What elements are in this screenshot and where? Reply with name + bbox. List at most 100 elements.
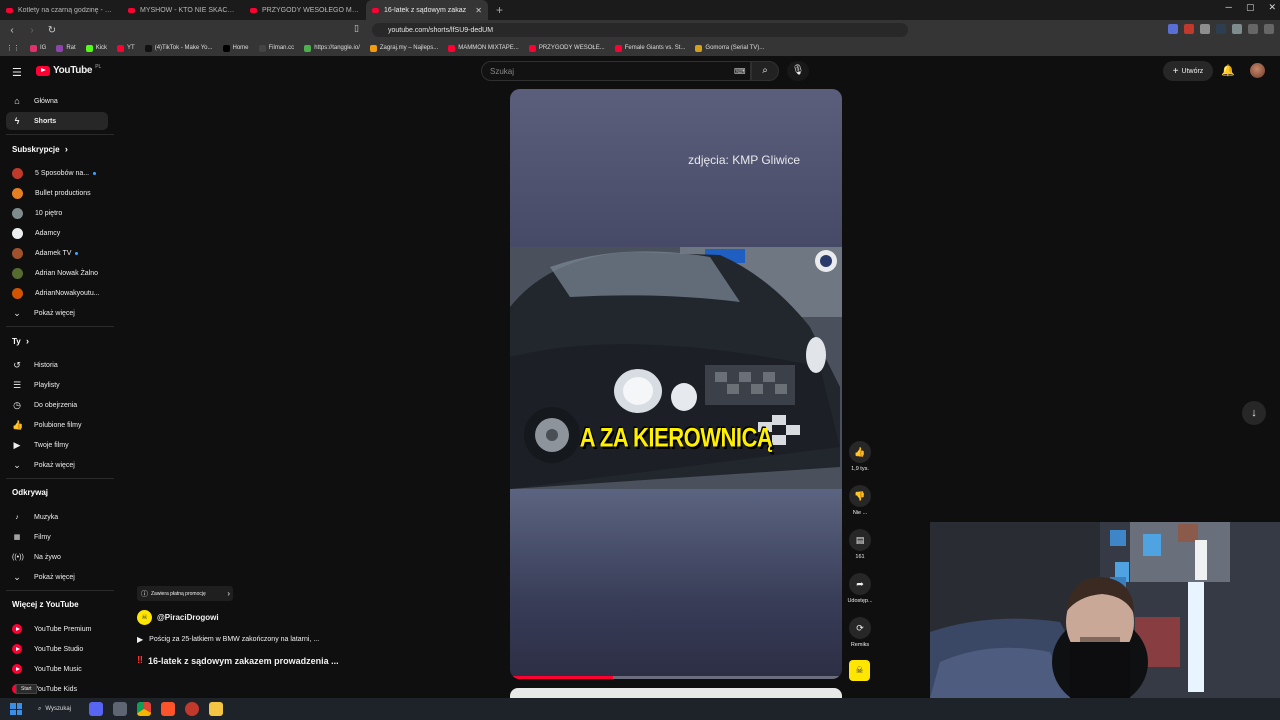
like-icon[interactable]: 👍 xyxy=(849,441,871,463)
share-action[interactable]: ➦ Udostęp... xyxy=(846,573,874,604)
url-field[interactable]: youtube.com/shorts/lfSU9-dedUM xyxy=(372,23,908,37)
search-button[interactable]: ⌕ xyxy=(751,61,779,81)
extension-icon[interactable] xyxy=(1216,24,1226,34)
back-icon[interactable]: ‹ xyxy=(4,25,20,36)
forward-icon[interactable]: › xyxy=(24,25,40,36)
menu-icon[interactable]: ☰ xyxy=(12,66,22,79)
browser-icon[interactable] xyxy=(185,702,199,716)
sidebar-heading-more[interactable]: Więcej z YouTube xyxy=(12,600,79,609)
app-icon[interactable] xyxy=(113,702,127,716)
chrome-icon[interactable] xyxy=(137,702,151,716)
extension-icon[interactable] xyxy=(1232,24,1242,34)
sidebar-item-liked[interactable]: 👍 Polubione filmy xyxy=(6,416,108,434)
show-more-explore[interactable]: ⌄ Pokaż więcej xyxy=(6,568,108,586)
remix-icon[interactable]: ⟳ xyxy=(849,617,871,639)
sidebar-item-watch-later[interactable]: ◷ Do obejrzenia xyxy=(6,396,108,414)
sidebar-item-subscription[interactable]: 5 Sposobów na... xyxy=(6,164,108,182)
browser-tab[interactable]: 16-latek z sądowym zakaz ✕ xyxy=(366,0,488,20)
sidebar-item-youtube-app[interactable]: YouTube Music xyxy=(6,660,108,678)
channel-avatar[interactable]: ☠ xyxy=(137,610,152,625)
sound-thumbnail[interactable]: ☠ xyxy=(849,660,870,681)
show-more-subscriptions[interactable]: ⌄ Pokaż więcej xyxy=(6,304,108,322)
reload-icon[interactable]: ↻ xyxy=(44,25,60,36)
comments-icon[interactable]: ▤ xyxy=(849,529,871,551)
voice-search-button[interactable]: 🎙 xyxy=(787,61,809,81)
create-button[interactable]: + Utwórz xyxy=(1163,61,1213,81)
sidebar-item-youtube-app[interactable]: YouTube Studio xyxy=(6,640,108,658)
sidebar-item-music[interactable]: ♪ Muzyka xyxy=(6,508,108,526)
bookmark-page-icon[interactable]: ▯ xyxy=(354,23,359,34)
extension-icon[interactable] xyxy=(1184,24,1194,34)
bookmark-item[interactable]: https://tanggle.io/ xyxy=(304,44,360,52)
sidebar-item-playlists[interactable]: ☰ Playlisty xyxy=(6,376,108,394)
dislike-action[interactable]: 👎 Nie ... xyxy=(846,485,874,516)
sidebar-item-subscription[interactable]: Adamcy xyxy=(6,224,108,242)
bookmark-item[interactable]: Zagraj.my – Najleps... xyxy=(369,44,438,52)
close-window-icon[interactable]: ✕ xyxy=(1268,2,1276,13)
shorts-video-player[interactable]: zdjęcia: KMP Gliwice A ZA KIEROWNICĄ xyxy=(510,89,842,679)
bookmark-item[interactable]: Rat xyxy=(56,44,76,52)
browser-tab[interactable]: Kotlety na czarną godzinę - mogą st xyxy=(0,0,122,20)
discord-icon[interactable] xyxy=(89,702,103,716)
taskbar-search[interactable]: ⌕ Wyszukaj xyxy=(38,706,71,713)
channel-name[interactable]: @PiraciDrogowi xyxy=(157,613,219,622)
sidebar-item-youtube-app[interactable]: YouTube Premium xyxy=(6,620,108,638)
bookmark-item[interactable]: IG xyxy=(30,44,46,52)
extension-icon[interactable] xyxy=(1168,24,1178,34)
apps-icon[interactable]: ⋮⋮ xyxy=(6,44,20,52)
sidebar-item-home[interactable]: ⌂ Główna xyxy=(6,92,108,110)
like-action[interactable]: 👍 1,9 tys. xyxy=(846,441,874,472)
notifications-icon[interactable]: 🔔 xyxy=(1221,64,1235,77)
sidebar-item-subscription[interactable]: Adamek TV xyxy=(6,244,108,262)
related-video-link[interactable]: ▶ Pościg za 25-latkiem w BMW zakończony … xyxy=(137,635,319,644)
brave-icon[interactable] xyxy=(161,702,175,716)
sidebar-item-shorts[interactable]: ϟ Shorts xyxy=(6,112,108,130)
search-input[interactable]: Szukaj xyxy=(481,61,751,81)
sidebar-item-your-videos[interactable]: ▶ Twoje filmy xyxy=(6,436,108,454)
bookmark-item[interactable]: Female Giants vs. St... xyxy=(614,44,685,52)
bookmark-item[interactable]: Gomorra (Serial TV)... xyxy=(695,44,764,52)
remix-action[interactable]: ⟳ Remiks xyxy=(846,617,874,648)
bookmark-item[interactable]: YT xyxy=(117,44,135,52)
extension-icon[interactable] xyxy=(1200,24,1210,34)
share-icon[interactable]: ➦ xyxy=(849,573,871,595)
browser-tab[interactable]: PRZYGODY WESOŁEGO MAZURA w xyxy=(244,0,366,20)
sidebar-item-live[interactable]: ((•)) Na żywo xyxy=(6,548,108,566)
dislike-icon[interactable]: 👎 xyxy=(849,485,871,507)
sidebar-item-movies[interactable]: ▦ Filmy xyxy=(6,528,108,546)
bookmark-item[interactable]: MAMMON MIXTAPE... xyxy=(448,44,519,52)
bookmark-item[interactable]: Kick xyxy=(85,44,107,52)
sidebar-item-subscription[interactable]: AdrianNowakyoutu... xyxy=(6,284,108,302)
sidebar-item-history[interactable]: ↺ Historia xyxy=(6,356,108,374)
maximize-icon[interactable]: ▢ xyxy=(1246,2,1255,13)
file-explorer-icon[interactable] xyxy=(209,702,223,716)
windows-start-icon[interactable] xyxy=(10,703,22,715)
browser-tab[interactable]: MYSHOW - KTO NIE SKACZE TEN Z xyxy=(122,0,244,20)
sidebar-heading-you[interactable]: Ty › xyxy=(12,336,29,346)
bookmark-item[interactable]: Filman.cc xyxy=(258,44,294,52)
minimize-icon[interactable]: ─ xyxy=(1226,2,1232,13)
keyboard-icon[interactable]: ⌨ xyxy=(734,67,746,76)
channel-row[interactable]: ☠ @PiraciDrogowi xyxy=(137,610,219,625)
new-tab-icon[interactable]: + xyxy=(488,3,511,17)
account-avatar[interactable] xyxy=(1250,63,1265,78)
show-more-you[interactable]: ⌄ Pokaż więcej xyxy=(6,456,108,474)
sidebar-item-subscription[interactable]: Bullet productions xyxy=(6,184,108,202)
next-short-preview[interactable] xyxy=(510,688,842,698)
next-video-button[interactable]: ↓ xyxy=(1242,401,1266,425)
bookmark-item[interactable]: Home xyxy=(222,44,249,52)
youtube-logo[interactable]: YouTube PL xyxy=(36,64,101,76)
close-icon[interactable]: ✕ xyxy=(475,6,482,15)
bookmark-item[interactable]: PRZYGODY WESOŁE... xyxy=(528,44,605,52)
download-icon[interactable] xyxy=(1248,24,1258,34)
menu-icon[interactable] xyxy=(1264,24,1274,34)
sidebar-item-subscription[interactable]: Adrian Nowak Żalno xyxy=(6,264,108,282)
paid-promotion-badge[interactable]: ⓘ Zawiera płatną promocję › xyxy=(137,586,233,601)
bookmark-item[interactable]: (4)TikTok - Make Yo... xyxy=(144,44,213,52)
sidebar-heading-subscriptions[interactable]: Subskrypcje › xyxy=(12,144,68,154)
comments-action[interactable]: ▤ 161 xyxy=(846,529,874,560)
chevron-right-icon: › xyxy=(25,336,29,346)
video-progress-bar[interactable] xyxy=(510,676,842,679)
sidebar-item-subscription[interactable]: 10 piętro xyxy=(6,204,108,222)
sidebar-heading-explore[interactable]: Odkrywaj xyxy=(12,488,48,497)
